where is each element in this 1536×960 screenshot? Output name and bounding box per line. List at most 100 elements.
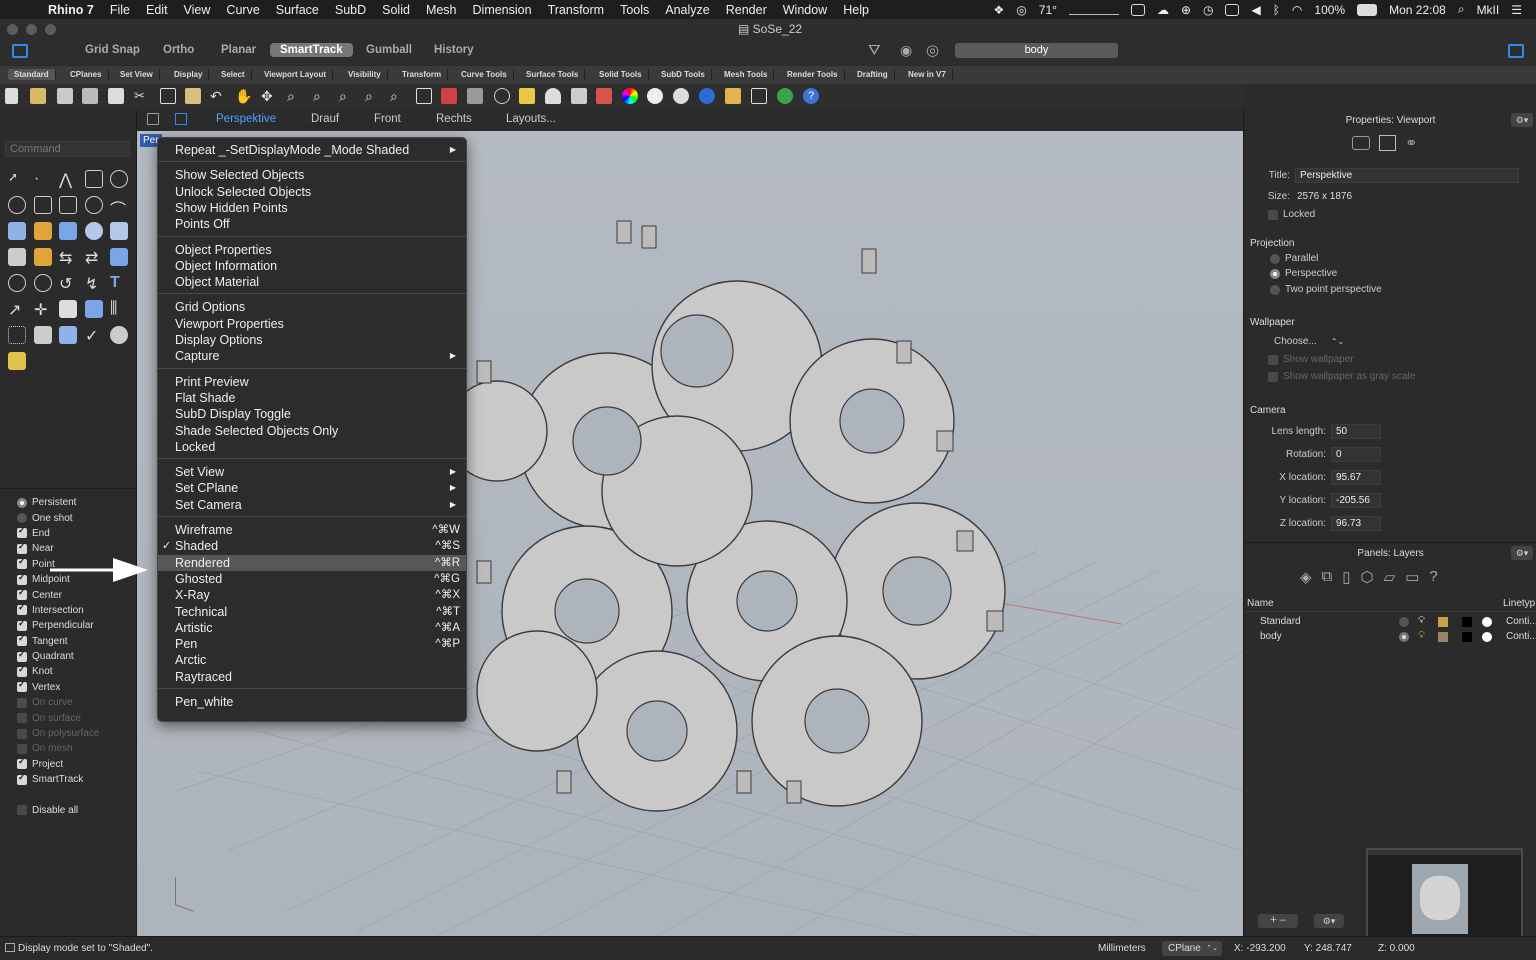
- tab-visibility[interactable]: Visibility: [342, 69, 388, 80]
- lens-length-field[interactable]: 50: [1331, 424, 1381, 439]
- add-remove-layer-button[interactable]: + ‒: [1258, 914, 1298, 928]
- help-circle-icon[interactable]: ?: [1429, 568, 1437, 586]
- minimize-window-button[interactable]: [26, 24, 37, 35]
- menu-item[interactable]: SubD Display Toggle: [158, 406, 466, 422]
- explode-icon[interactable]: [34, 248, 52, 266]
- menu-item[interactable]: Object Material: [158, 274, 466, 290]
- dropbox-icon[interactable]: ❖: [994, 3, 1005, 17]
- ortho-toggle[interactable]: Ortho: [163, 44, 194, 56]
- osnap-checkbox[interactable]: [17, 541, 27, 554]
- viewport-grid-icon[interactable]: [147, 113, 159, 125]
- print-icon[interactable]: [82, 88, 98, 104]
- osnap-item[interactable]: Center: [0, 587, 137, 602]
- tab-rechts[interactable]: Rechts: [436, 113, 472, 125]
- menu-solid[interactable]: Solid: [374, 3, 418, 17]
- menu-subd[interactable]: SubD: [327, 3, 374, 17]
- menu-file[interactable]: File: [102, 3, 138, 17]
- layer-color-swatch[interactable]: [1462, 617, 1472, 627]
- join-icon[interactable]: ⇄: [85, 248, 103, 267]
- circle-icon[interactable]: [110, 170, 128, 188]
- tab-viewport-layout[interactable]: Viewport Layout: [258, 69, 334, 80]
- z-location-field[interactable]: 96.73: [1331, 516, 1381, 531]
- rendered-sphere-icon[interactable]: [673, 88, 689, 104]
- layers-stack-icon[interactable]: ◈: [1300, 568, 1312, 586]
- menu-tools[interactable]: Tools: [612, 3, 657, 17]
- cplane-select[interactable]: CPlane ⌃⌄: [1162, 941, 1222, 956]
- layer-material-icon[interactable]: [1482, 632, 1492, 642]
- extrude-icon[interactable]: [34, 222, 52, 240]
- tab-drauf[interactable]: Drauf: [311, 113, 339, 125]
- menu-mesh[interactable]: Mesh: [418, 3, 465, 17]
- tab-mesh-tools[interactable]: Mesh Tools: [718, 69, 775, 80]
- tab-render-tools[interactable]: Render Tools: [781, 69, 845, 80]
- osnap-mode-radio[interactable]: One shot: [0, 510, 137, 525]
- osnap-item[interactable]: Knot: [0, 664, 137, 679]
- orient-icon[interactable]: ⫼: [110, 300, 128, 318]
- display-mode-item[interactable]: Pen ^⌘P: [158, 636, 466, 652]
- material-sphere-icon[interactable]: [699, 88, 715, 104]
- tab-front[interactable]: Front: [374, 113, 401, 125]
- screen-record-icon[interactable]: [1130, 3, 1145, 16]
- current-layer-selector[interactable]: body: [955, 43, 1118, 58]
- rotate-view-icon[interactable]: ✥: [261, 88, 277, 104]
- control-center-icon[interactable]: ☰: [1511, 3, 1522, 17]
- display-mode-item[interactable]: Technical ^⌘T: [158, 604, 466, 620]
- lock-icon[interactable]: [571, 88, 587, 104]
- rotation-field[interactable]: 0: [1331, 447, 1381, 462]
- layer-options-gear-icon[interactable]: ⚙▾: [1314, 914, 1344, 928]
- osnap-item[interactable]: Intersection: [0, 602, 137, 618]
- cut-icon[interactable]: ✂: [134, 88, 150, 104]
- perspective-radio-dot[interactable]: [1270, 268, 1280, 279]
- record-history-icon[interactable]: ◉: [900, 42, 912, 59]
- four-viewports-icon[interactable]: [416, 88, 432, 104]
- osnap-checkbox[interactable]: [17, 633, 27, 647]
- menu-render[interactable]: Render: [718, 3, 775, 17]
- tab-drafting[interactable]: Drafting: [851, 69, 895, 80]
- tab-set-view[interactable]: Set View: [114, 69, 160, 80]
- menu-item[interactable]: Grid Options: [158, 299, 466, 315]
- planar-toggle[interactable]: Planar: [221, 44, 256, 56]
- layer-icon[interactable]: [596, 88, 612, 104]
- tab-layouts[interactable]: Layouts...: [506, 113, 556, 125]
- box-icon[interactable]: [59, 222, 77, 240]
- cloud-icon[interactable]: ☁: [1157, 3, 1169, 17]
- single-viewport-icon[interactable]: [175, 113, 187, 125]
- save-icon[interactable]: [57, 88, 73, 104]
- ellipse-icon[interactable]: [8, 196, 26, 214]
- osnap-checkbox[interactable]: [17, 679, 27, 693]
- menu-item[interactable]: Show Hidden Points: [158, 200, 466, 216]
- wifi-icon[interactable]: ◠: [1292, 3, 1302, 17]
- pan-hand-icon[interactable]: ✋: [235, 88, 252, 104]
- disable-all-box[interactable]: [17, 805, 27, 816]
- bluetooth-icon[interactable]: ᛒ: [1273, 3, 1280, 17]
- right-sidebar-toggle-icon[interactable]: [1508, 44, 1524, 58]
- osnap-item[interactable]: Vertex: [0, 679, 137, 695]
- sublayer-icon[interactable]: ⧉: [1322, 568, 1333, 586]
- display-mode-item[interactable]: Arctic: [158, 652, 466, 668]
- layer-material-icon[interactable]: [1482, 617, 1492, 627]
- page-icon[interactable]: ▯: [1342, 568, 1350, 586]
- plane-icon[interactable]: [59, 196, 77, 214]
- points-icon[interactable]: [519, 88, 535, 104]
- disable-all-checkbox[interactable]: Disable all: [0, 802, 137, 817]
- filter-icon[interactable]: ⛛: [868, 42, 881, 59]
- layer-visible-bulb-icon[interactable]: 💡︎: [1418, 630, 1425, 641]
- zoom-dynamic-icon[interactable]: ⌕: [390, 88, 406, 104]
- menu-item[interactable]: Unlock Selected Objects: [158, 184, 466, 200]
- display-mode-item[interactable]: Artistic ^⌘A: [158, 620, 466, 636]
- menu-curve[interactable]: Curve: [218, 3, 267, 17]
- zoom-window-button[interactable]: [45, 24, 56, 35]
- layout-icon[interactable]: ▱: [1384, 568, 1396, 586]
- layer-row[interactable]: Standard 💡︎ Conti...: [1244, 614, 1536, 629]
- sphere-icon[interactable]: [85, 222, 103, 240]
- render-tools-icon[interactable]: [110, 326, 128, 344]
- osnap-checkbox[interactable]: [17, 525, 27, 539]
- x-location-field[interactable]: 95.67: [1331, 470, 1381, 485]
- layers-col-linetype[interactable]: Linetyp: [1503, 598, 1535, 609]
- drafting-icon[interactable]: [59, 326, 77, 344]
- projection-two-point-radio[interactable]: Two point perspective: [1270, 284, 1382, 295]
- zoom-extents-icon[interactable]: ⌕: [339, 88, 355, 104]
- tab-standard[interactable]: Standard: [8, 69, 56, 80]
- help-icon[interactable]: ?: [803, 88, 819, 104]
- new-file-icon[interactable]: [5, 88, 18, 104]
